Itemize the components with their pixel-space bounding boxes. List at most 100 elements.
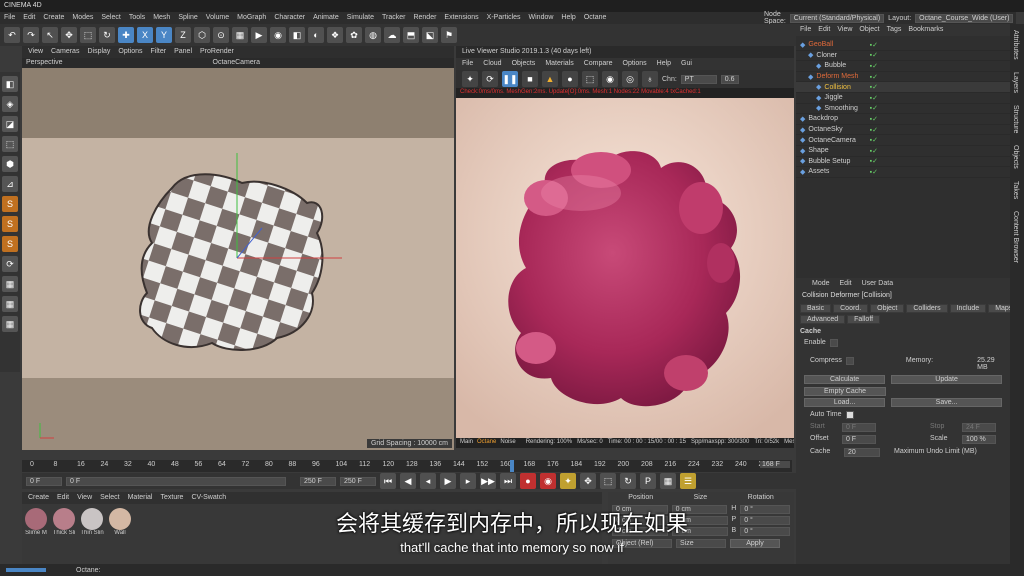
toolbar-tool-icon[interactable]: ◧ (289, 27, 305, 43)
live-viewer-tab[interactable]: Main (460, 439, 473, 445)
viewport-menu-item[interactable]: Panel (174, 48, 192, 56)
live-viewer-menu-item[interactable]: Help (657, 60, 671, 68)
object-name[interactable]: Backdrop (808, 115, 864, 122)
enable-checkbox[interactable] (829, 339, 838, 347)
region-render-icon[interactable]: ⬚ (582, 71, 598, 87)
viewport-menu-item[interactable]: Display (87, 48, 110, 56)
visibility-icon[interactable]: ▪✓ (870, 83, 878, 91)
object-name[interactable]: GeoBall (808, 41, 864, 48)
material-menu-item[interactable]: Material (128, 494, 153, 502)
compress-checkbox[interactable] (845, 357, 854, 365)
live-viewer-menu-item[interactable]: Cloud (483, 60, 501, 68)
visibility-icon[interactable]: ▪✓ (870, 51, 878, 59)
menu-item-extensions[interactable]: Extensions (444, 14, 478, 22)
toolbar-tool-icon[interactable]: ◉ (270, 27, 286, 43)
object-manager-menu-item[interactable]: View (837, 26, 852, 34)
object-name[interactable]: Bubble Setup (808, 158, 864, 165)
viewport-menu-item[interactable]: ProRender (200, 48, 234, 56)
prev-key-icon[interactable]: ◀ (400, 473, 416, 489)
node-space-dropdown[interactable]: Current (Standard/Physical) (789, 13, 885, 23)
toolbar-tool-icon[interactable]: X (137, 27, 153, 43)
menu-item-mograph[interactable]: MoGraph (237, 14, 266, 22)
toolbar-tool-icon[interactable]: Y (156, 27, 172, 43)
live-viewer-menu-item[interactable]: Compare (584, 60, 613, 68)
next-key-icon[interactable]: ▶▶ (480, 473, 496, 489)
menu-item-character[interactable]: Character (274, 14, 305, 22)
prev-frame-icon[interactable]: ◂ (420, 473, 436, 489)
pause-render-icon[interactable]: ❚❚ (502, 71, 518, 87)
menu-item-tracker[interactable]: Tracker (382, 14, 405, 22)
offset-field[interactable]: 0 F (841, 435, 876, 444)
object-name[interactable]: OctaneCamera (808, 137, 864, 144)
viewport-camera[interactable]: OctaneCamera (213, 59, 260, 67)
update-button[interactable]: Update (891, 375, 1002, 384)
go-to-end-icon[interactable]: ⏭ (500, 473, 516, 489)
toolbar-tool-icon[interactable]: ▶ (251, 27, 267, 43)
start-field[interactable]: 0 F (841, 423, 876, 432)
mode-tool-icon[interactable]: S (2, 196, 18, 212)
material-menu-item[interactable]: CV-Swatch (191, 494, 226, 502)
end-frame-field[interactable]: 250 F (300, 476, 336, 486)
restart-render-icon[interactable]: ⟳ (482, 71, 498, 87)
menu-item-mesh[interactable]: Mesh (153, 14, 170, 22)
toolbar-tool-icon[interactable]: ✿ (346, 27, 362, 43)
live-viewer-tab[interactable]: Noise (500, 439, 515, 445)
attribute-tab[interactable]: Include (949, 304, 987, 313)
toolbar-tool-icon[interactable]: ☁ (384, 27, 400, 43)
attribute-menu-item[interactable]: Edit (840, 280, 852, 288)
object-name[interactable]: Smoothing (824, 105, 864, 112)
toolbar-tool-icon[interactable]: ⬕ (422, 27, 438, 43)
attribute-menu-item[interactable]: Mode (812, 280, 830, 288)
current-frame[interactable]: 168 F (760, 461, 790, 468)
layout-dropdown[interactable]: Octane_Course_Wide (User) (915, 13, 1014, 23)
start-frame-field[interactable]: 0 F (26, 476, 62, 486)
material-menu-item[interactable]: Edit (57, 494, 69, 502)
timeline-menu-icon[interactable]: ☰ (680, 473, 696, 489)
attribute-tab[interactable]: Falloff (847, 315, 881, 324)
viewport-menu-item[interactable]: Options (118, 48, 142, 56)
camera-icon[interactable]: ◉ (602, 71, 618, 87)
next-frame-icon[interactable]: ▸ (460, 473, 476, 489)
viewport-menu-item[interactable]: Filter (151, 48, 167, 56)
mode-tool-icon[interactable]: ▦ (2, 296, 18, 312)
light-bulb-icon[interactable]: ♁ (642, 71, 658, 87)
visibility-icon[interactable]: ▪✓ (870, 115, 878, 123)
perspective-viewport[interactable]: Grid Spacing : 10000 cm (22, 68, 454, 450)
object-row[interactable]: ◆ Cloner ▪✓ (796, 51, 1010, 62)
material-ball-icon[interactable]: ● (562, 71, 578, 87)
menu-item-help[interactable]: Help (561, 14, 575, 22)
menu-item-render[interactable]: Render (413, 14, 436, 22)
visibility-icon[interactable]: ▪✓ (870, 147, 878, 155)
material-menu-item[interactable]: Select (100, 494, 119, 502)
menu-item-spline[interactable]: Spline (178, 14, 197, 22)
attribute-tab[interactable]: Basic (800, 304, 832, 313)
visibility-icon[interactable]: ▪✓ (870, 157, 878, 165)
mode-tool-icon[interactable]: ▦ (2, 316, 18, 332)
mode-tool-icon[interactable]: ⟳ (2, 256, 18, 272)
right-tab[interactable]: Layers (1010, 66, 1021, 99)
right-tab[interactable]: Objects (1010, 139, 1021, 175)
menu-item-window[interactable]: Window (529, 14, 554, 22)
mode-tool-icon[interactable]: ◧ (2, 76, 18, 92)
viewport-menu-item[interactable]: Cameras (51, 48, 79, 56)
object-name[interactable]: OctaneSky (808, 126, 864, 133)
object-row[interactable]: ◆ Smoothing ▪✓ (796, 104, 1010, 115)
mode-tool-icon[interactable]: ⬚ (2, 136, 18, 152)
toolbar-tool-icon[interactable]: ❖ (327, 27, 343, 43)
visibility-icon[interactable]: ▪✓ (870, 62, 878, 70)
menu-item-create[interactable]: Create (43, 14, 64, 22)
toolbar-tool-icon[interactable]: ⬡ (194, 27, 210, 43)
empty-cache-button[interactable]: Empty Cache (804, 387, 886, 396)
object-manager-menu-item[interactable]: File (800, 26, 811, 34)
right-tab[interactable]: Content Browser (1010, 205, 1021, 269)
toolbar-tool-icon[interactable]: ▦ (232, 27, 248, 43)
menu-item-modes[interactable]: Modes (72, 14, 93, 22)
toolbar-tool-icon[interactable]: ⊙ (213, 27, 229, 43)
mode-tool-icon[interactable]: S (2, 216, 18, 232)
object-name[interactable]: Cloner (816, 52, 864, 59)
material-menu-item[interactable]: Texture (161, 494, 184, 502)
live-viewer-tab[interactable]: Octane (477, 439, 496, 445)
channel-dropdown[interactable]: PT (680, 74, 717, 84)
toolbar-tool-icon[interactable]: ↖ (42, 27, 58, 43)
object-name[interactable]: Shape (808, 147, 864, 154)
